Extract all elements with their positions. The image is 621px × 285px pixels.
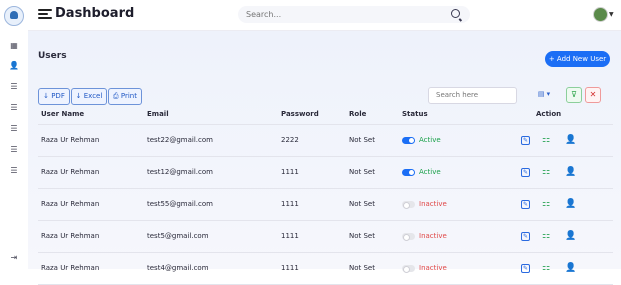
cell-email: test55@gmail.com — [147, 200, 213, 208]
status-toggle[interactable] — [402, 201, 415, 209]
cell-password: 2222 — [281, 136, 299, 144]
cell-role: Not Set — [349, 200, 375, 208]
permissions-icon[interactable]: ⚏ — [542, 200, 551, 209]
cell-name: Raza Ur Rehman — [41, 200, 100, 208]
list-icon[interactable]: ☰ — [9, 146, 19, 154]
cell-name: Raza Ur Rehman — [41, 232, 100, 240]
table-search[interactable] — [428, 87, 517, 104]
cell-role: Not Set — [349, 232, 375, 240]
col-header-password: Password — [281, 110, 319, 118]
logo — [4, 6, 24, 26]
status-toggle[interactable] — [402, 137, 415, 144]
col-header-name: User Name — [41, 110, 85, 118]
print-button[interactable]: ⎙ Print — [108, 88, 142, 105]
assign-user-icon[interactable]: 👤 — [565, 168, 576, 177]
status-label: Active — [419, 136, 441, 144]
cell-email: test12@gmail.com — [147, 168, 213, 176]
cell-email: test22@gmail.com — [147, 136, 213, 144]
global-search-input[interactable] — [244, 9, 438, 20]
table-row: Raza Ur Rehman test22@gmail.com 2222 Not Se… — [28, 125, 621, 156]
cell-role: Not Set — [349, 168, 375, 176]
section-title: Users — [38, 51, 67, 61]
col-header-action: Action — [536, 110, 562, 118]
table-row: Raza Ur Rehman test12@gmail.com 1111 Not Se… — [28, 157, 621, 188]
clear-filter-icon[interactable]: ✕ — [585, 87, 601, 103]
search-icon[interactable] — [451, 9, 460, 18]
global-search[interactable] — [238, 6, 470, 23]
grid-icon[interactable]: ▦ — [9, 42, 19, 50]
list-icon[interactable]: ☰ — [9, 125, 19, 133]
edit-icon[interactable]: ✎ — [521, 136, 530, 145]
logout-icon[interactable]: ⇥ — [9, 254, 19, 262]
col-header-role: Role — [349, 110, 367, 118]
cell-name: Raza Ur Rehman — [41, 168, 100, 176]
status-label: Inactive — [419, 232, 447, 240]
cell-password: 1111 — [281, 200, 299, 208]
permissions-icon[interactable]: ⚏ — [542, 136, 551, 145]
export-pdf-button[interactable]: ↓ PDF — [38, 88, 70, 105]
filter-icon[interactable]: ⊽ — [566, 87, 582, 103]
toggle-knob — [403, 234, 410, 241]
status-label: Inactive — [419, 200, 447, 208]
table-search-input[interactable] — [434, 90, 514, 100]
list-icon[interactable]: ☰ — [9, 104, 19, 112]
permissions-icon[interactable]: ⚏ — [542, 232, 551, 241]
toggle-knob — [403, 266, 410, 273]
table-row: Raza Ur Rehman test5@gmail.com 1111 Not Set… — [28, 221, 621, 252]
cell-role: Not Set — [349, 136, 375, 144]
status-toggle[interactable] — [402, 233, 415, 241]
toggle-knob — [403, 202, 410, 209]
toggle-knob — [409, 170, 414, 175]
page-header-title: Dashboard — [55, 6, 135, 21]
chevron-down-icon[interactable]: ▼ — [609, 11, 614, 18]
cell-email: test5@gmail.com — [147, 232, 209, 240]
permissions-icon[interactable]: ⚏ — [542, 168, 551, 177]
edit-icon[interactable]: ✎ — [521, 200, 530, 209]
toggle-knob — [409, 138, 414, 143]
status-toggle[interactable] — [402, 169, 415, 176]
edit-icon[interactable]: ✎ — [521, 168, 530, 177]
table-row: Raza Ur Rehman test55@gmail.com 1111 Not Se… — [28, 189, 621, 220]
user-plus-icon[interactable]: 👤 — [9, 62, 19, 70]
cell-password: 1111 — [281, 232, 299, 240]
top-bar: Dashboard ▼ — [28, 0, 621, 31]
add-user-button[interactable]: + Add New User — [545, 51, 610, 67]
assign-user-icon[interactable]: 👤 — [565, 232, 576, 241]
cell-name: Raza Ur Rehman — [41, 136, 100, 144]
edit-icon[interactable]: ✎ — [521, 232, 530, 241]
cell-password: 1111 — [281, 168, 299, 176]
assign-user-icon[interactable]: 👤 — [565, 136, 576, 145]
col-header-status: Status — [402, 110, 428, 118]
avatar[interactable] — [593, 7, 608, 22]
menu-toggle-icon[interactable] — [38, 9, 52, 20]
col-header-email: Email — [147, 110, 169, 118]
sidebar: ▦ 👤 ☰ ☰ ☰ ☰ ☰ ⇥ — [0, 0, 29, 269]
main-content: Users + Add New User ↓ PDF ↓ Excel ⎙ Pri… — [28, 31, 621, 285]
status-label: Active — [419, 168, 441, 176]
column-select-icon[interactable]: ▤ ▾ — [530, 87, 558, 102]
assign-user-icon[interactable]: 👤 — [565, 200, 576, 209]
list-icon[interactable]: ☰ — [9, 83, 19, 91]
export-excel-button[interactable]: ↓ Excel — [71, 88, 107, 105]
list-icon[interactable]: ☰ — [9, 167, 19, 175]
